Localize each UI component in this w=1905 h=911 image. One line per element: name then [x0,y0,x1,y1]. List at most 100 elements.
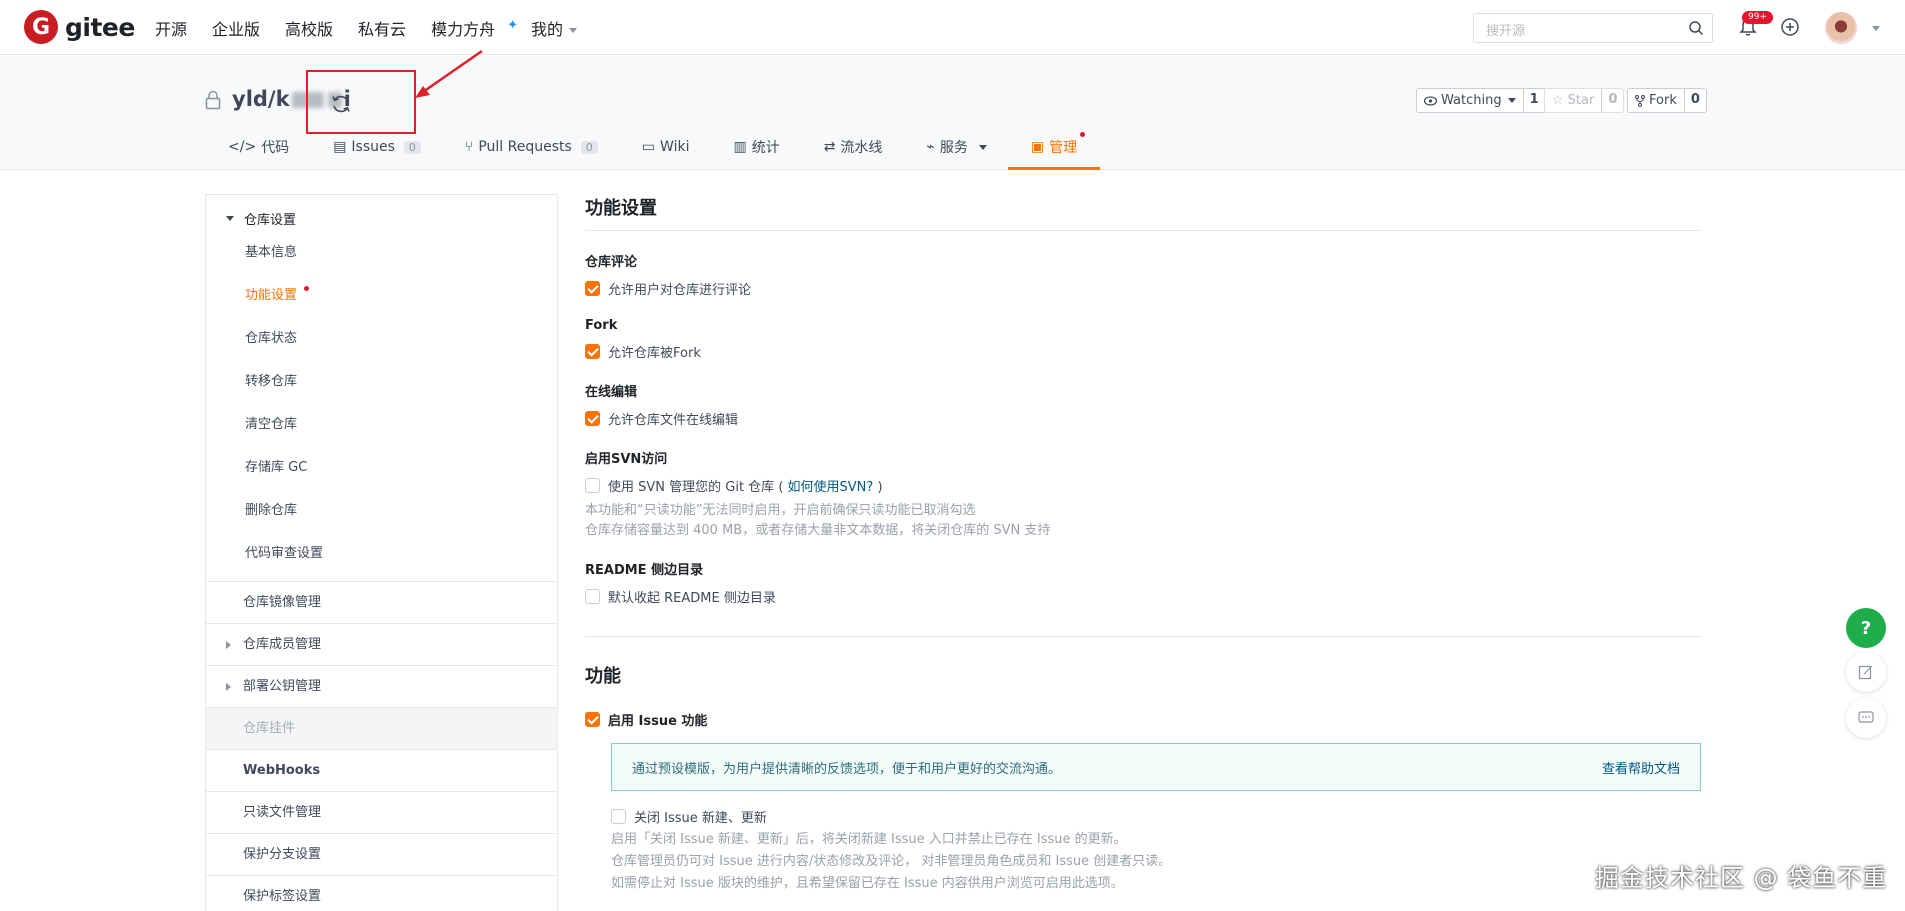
help-doc-link[interactable]: 查看帮助文档 [1602,758,1680,777]
tab-label: Issues [351,139,395,155]
sidebar-item-widgets[interactable]: 仓库挂件 [206,708,557,750]
watch-button[interactable]: Watching 1 [1416,88,1546,113]
nav-link-open-source[interactable]: 开源 [155,16,187,40]
refresh-icon[interactable] [330,93,352,115]
svn-option-text: 使用 SVN 管理您的 Git 仓库 ( [608,480,784,495]
nav-link-enterprise[interactable]: 企业版 [212,16,260,40]
tab-wiki[interactable]: ▭ Wiki [642,136,690,170]
sidebar-item-protected-tags[interactable]: 保护标签设置 [206,876,557,911]
readme-option[interactable]: 默认收起 README 侧边目录 [585,587,1701,606]
nav-link-private-cloud[interactable]: 私有云 [358,16,406,40]
fork-count: 0 [1683,89,1706,112]
code-icon: </> [228,139,257,155]
issue-option[interactable]: 启用 Issue 功能 [585,710,1701,729]
nav-link-moli[interactable]: 模力方舟 ✦ [431,16,518,40]
online-edit-option[interactable]: 允许仓库文件在线编辑 [585,409,1701,428]
chat-button[interactable] [1846,698,1886,738]
issue-checkbox[interactable] [585,712,600,727]
issue-icon: ▤ [333,139,347,155]
tab-count: 0 [403,140,421,154]
sidebar-item-transfer[interactable]: 转移仓库 [206,360,557,403]
sidebar-item-mirror[interactable]: 仓库镜像管理 [206,582,557,624]
tab-pipeline[interactable]: ⇄ 流水线 [824,136,883,170]
nav-link-education[interactable]: 高校版 [285,16,333,40]
add-icon[interactable] [1780,17,1800,37]
sidebar-item-gc[interactable]: 存储库 GC [206,446,557,489]
sidebar-item-deploy-keys[interactable]: 部署公钥管理 [206,666,557,708]
tab-stats[interactable]: ▥ 统计 [733,136,779,170]
tab-services[interactable]: ⌁ 服务 [926,136,987,170]
sidebar-item-protected-branches[interactable]: 保护分支设置 [206,834,557,876]
svn-label: 启用SVN访问 [585,452,668,467]
tab-count: 0 [580,140,598,154]
fork-option-label: 允许仓库被Fork [608,346,701,361]
sidebar-item-delete[interactable]: 删除仓库 [206,489,557,532]
fork-checkbox[interactable] [585,344,600,359]
svn-option-label: 使用 SVN 管理您的 Git 仓库 ( 如何使用SVN? ) [608,476,883,495]
watch-label: Watching [1441,93,1502,108]
comment-checkbox[interactable] [585,281,600,296]
pr-icon: ⑂ [464,139,474,155]
sparkle-icon: ✦ [507,18,518,33]
svn-option[interactable]: 使用 SVN 管理您的 Git 仓库 ( 如何使用SVN? ) [585,476,1701,495]
close-issue-option[interactable]: 关闭 Issue 新建、更新 [611,807,1701,826]
gitee-logo[interactable]: G gitee [24,10,135,44]
fork-button[interactable]: Fork 0 [1627,88,1707,113]
sidebar-item-feature-settings[interactable]: 功能设置 [206,274,557,317]
comment-option[interactable]: 允许用户对仓库进行评论 [585,279,1701,298]
repo-tabs: </> 代码 ▤ Issues 0 ⑂ Pull Requests 0 ▭ Wiki ▥ 统计… [228,132,1121,170]
sidebar-item-code-review[interactable]: 代码审查设置 [206,532,557,575]
avatar[interactable] [1825,12,1857,44]
readme-label: README 侧边目录 [585,563,704,578]
help-button[interactable]: ? [1846,608,1886,648]
eye-icon [1424,95,1437,106]
nav-link-mine-label: 我的 [530,20,563,39]
star-label: Star [1567,93,1595,108]
search-icon[interactable] [1688,20,1704,36]
sidebar-item-webhooks[interactable]: WebHooks [206,750,557,792]
tab-label: Wiki [660,139,690,155]
sidebar-item-basic-info[interactable]: 基本信息 [206,231,557,274]
tab-label: Pull Requests [478,139,572,155]
sidebar-item-members[interactable]: 仓库成员管理 [206,624,557,666]
tab-label: 服务 [939,140,968,156]
service-icon: ⌁ [926,139,935,155]
close-issue-hint-2: 仓库管理员仍可对 Issue 进行内容/状态修改及评论， 对非管理员角色成员和 … [611,854,1172,869]
nav-link-mine[interactable]: 我的 [531,16,577,40]
star-count: 0 [1601,89,1623,112]
lock-icon [205,90,221,110]
sidebar-group-header[interactable]: 仓库设置 [206,205,557,231]
chart-icon: ▥ [733,139,747,155]
readme-option-label: 默认收起 README 侧边目录 [608,591,776,606]
tab-manage[interactable]: ▣ 管理 [1007,132,1101,170]
comment-label: 仓库评论 [585,255,638,270]
online-edit-checkbox[interactable] [585,411,600,426]
nav-link-moli-label: 模力方舟 [431,20,496,39]
close-issue-checkbox[interactable] [611,809,626,824]
edit-icon [1858,665,1873,680]
pipeline-icon: ⇄ [823,139,836,155]
info-text: 通过预设模版，为用户提供清晰的反馈选项，便于和用户更好的交流沟通。 [632,761,1062,777]
caret-right-icon [226,682,231,691]
tab-pull-requests[interactable]: ⑂ Pull Requests 0 [465,136,598,170]
main-content: 功能设置 仓库评论 允许用户对仓库进行评论 Fork 允许仓库被Fork 在线编… [585,194,1701,892]
sidebar-item-repo-status[interactable]: 仓库状态 [206,317,557,360]
readme-checkbox[interactable] [585,589,600,604]
gitee-logo-text: gitee [65,12,135,42]
fork-option[interactable]: 允许仓库被Fork [585,342,1701,361]
avatar-chevron-down-icon[interactable] [1872,26,1880,31]
sidebar-item-readonly-files[interactable]: 只读文件管理 [206,792,557,834]
tab-code[interactable]: </> 代码 [228,136,289,170]
sidebar-item-clear[interactable]: 清空仓库 [206,403,557,446]
star-button[interactable]: ☆ Star 0 [1544,88,1625,113]
svn-checkbox[interactable] [585,478,600,493]
tab-label: 代码 [261,140,290,156]
search-input[interactable]: 搜开源 [1473,13,1713,43]
close-issue-hint-1: 启用「关闭 Issue 新建、更新」后，将关闭新建 Issue 入口并禁止已存在… [611,832,1127,847]
svn-help-link[interactable]: 如何使用SVN? [788,480,874,495]
feedback-button[interactable] [1846,652,1886,692]
tab-label: 流水线 [840,140,883,156]
tab-issues[interactable]: ▤ Issues 0 [333,136,421,170]
sidebar-item-label: 仓库成员管理 [243,636,322,652]
fork-label: Fork [1649,93,1677,108]
